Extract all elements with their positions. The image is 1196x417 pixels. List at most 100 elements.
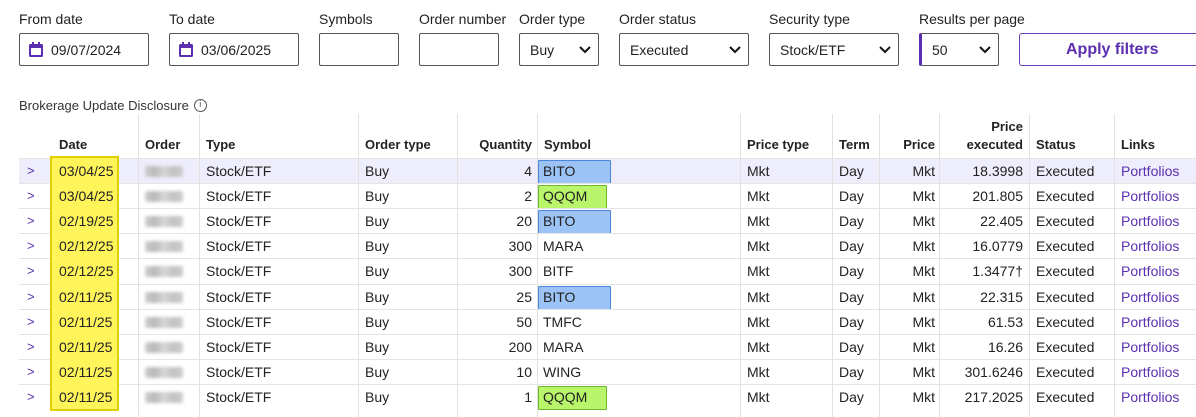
header-quantity[interactable]: Quantity — [460, 137, 532, 152]
cell-price-executed: 16.0779 — [972, 238, 1023, 254]
cell-price: Mkt — [912, 238, 935, 254]
expand-row-chevron-icon[interactable]: > — [27, 285, 35, 309]
cell-term: Day — [839, 364, 864, 380]
cell-date: 02/12/25 — [59, 238, 114, 254]
order-number-redacted — [145, 266, 183, 277]
order-status-value: Executed — [630, 41, 689, 58]
security-type-select[interactable]: Stock/ETF — [769, 33, 899, 66]
cell-type: Stock/ETF — [206, 163, 272, 179]
table-row[interactable]: > Stock/ETF Buy 300 MARA Mkt Day Mkt 16.0779 Exec… — [19, 233, 1196, 258]
expand-row-chevron-icon[interactable]: > — [27, 209, 35, 233]
from-date-field[interactable]: 09/07/2024 — [19, 33, 149, 66]
calendar-icon[interactable] — [26, 41, 46, 59]
expand-row-chevron-icon[interactable]: > — [27, 234, 35, 258]
symbols-input[interactable] — [319, 33, 399, 66]
portfolios-link[interactable]: Portfolios — [1121, 209, 1179, 233]
results-per-page-label: Results per page — [919, 11, 1025, 27]
cell-price-executed: 61.53 — [987, 314, 1023, 330]
expand-row-chevron-icon[interactable]: > — [27, 385, 35, 409]
order-number-redacted — [145, 292, 183, 303]
portfolios-link[interactable]: Portfolios — [1121, 184, 1179, 208]
expand-row-chevron-icon[interactable]: > — [27, 184, 35, 208]
expand-row-chevron-icon[interactable]: > — [27, 159, 35, 183]
cell-quantity: 25 — [516, 289, 532, 305]
order-number-redacted — [145, 342, 183, 353]
portfolios-link[interactable]: Portfolios — [1121, 385, 1179, 409]
cell-status: Executed — [1036, 188, 1095, 204]
disclosure-label: Brokerage Update Disclosure — [19, 98, 189, 113]
table-row[interactable]: > Stock/ETF Buy 25 BITO Mkt Day Mkt 22.315 Execut… — [19, 284, 1196, 310]
results-per-page-select[interactable]: 50 — [919, 33, 999, 66]
header-price[interactable]: Price — [880, 137, 935, 152]
portfolios-link[interactable]: Portfolios — [1121, 285, 1179, 309]
cell-price: Mkt — [912, 389, 935, 405]
cell-status: Executed — [1036, 389, 1095, 405]
header-term[interactable]: Term — [839, 137, 870, 152]
chevron-down-icon — [972, 45, 998, 54]
cell-symbol: BITO — [538, 209, 738, 234]
expand-row-chevron-icon[interactable]: > — [27, 259, 35, 283]
order-type-select[interactable]: Buy — [519, 33, 599, 66]
calendar-icon[interactable] — [176, 41, 196, 59]
cell-status: Executed — [1036, 289, 1095, 305]
cell-price-type: Mkt — [747, 314, 770, 330]
expand-row-chevron-icon[interactable]: > — [27, 360, 35, 384]
header-symbol[interactable]: Symbol — [544, 137, 591, 152]
cell-status: Executed — [1036, 263, 1095, 279]
cell-status: Executed — [1036, 364, 1095, 380]
header-order[interactable]: Order — [145, 137, 180, 152]
chevron-down-icon — [722, 45, 748, 54]
order-number-input[interactable] — [419, 33, 499, 66]
cell-term: Day — [839, 314, 864, 330]
header-type[interactable]: Type — [206, 137, 235, 152]
header-price-executed-line2[interactable]: executed — [940, 137, 1023, 152]
to-date-value: 03/06/2025 — [201, 41, 272, 58]
cell-date: 02/11/25 — [59, 289, 113, 305]
table-row[interactable]: > Stock/ETF Buy 300 BITF Mkt Day Mkt 1.3477† Exec… — [19, 258, 1196, 283]
cell-price: Mkt — [912, 213, 935, 229]
order-number-label: Order number — [419, 11, 507, 27]
order-status-label: Order status — [619, 11, 697, 27]
table-row[interactable]: > Stock/ETF Buy 2 QQQM Mkt Day Mkt 201.805 Execut… — [19, 183, 1196, 209]
header-status[interactable]: Status — [1036, 137, 1076, 152]
chevron-down-icon — [572, 45, 598, 54]
table-row[interactable]: > Stock/ETF Buy 10 WING Mkt Day Mkt 301.6246 Exec… — [19, 359, 1196, 384]
header-date[interactable]: Date — [59, 137, 87, 152]
cell-symbol: QQQM — [538, 385, 738, 410]
info-icon[interactable]: i — [193, 99, 207, 112]
from-date-label: From date — [19, 11, 83, 27]
portfolios-link[interactable]: Portfolios — [1121, 234, 1179, 258]
header-price-executed-line1[interactable]: Price — [940, 119, 1023, 134]
expand-row-chevron-icon[interactable]: > — [27, 310, 35, 334]
brokerage-disclosure-link[interactable]: Brokerage Update Disclosure i — [19, 98, 207, 113]
cell-type: Stock/ETF — [206, 238, 272, 254]
table-row[interactable]: > Stock/ETF Buy 50 TMFC Mkt Day Mkt 61.53 Execute… — [19, 309, 1196, 334]
cell-term: Day — [839, 339, 864, 355]
portfolios-link[interactable]: Portfolios — [1121, 310, 1179, 334]
cell-order-type: Buy — [365, 364, 390, 380]
header-order-type[interactable]: Order type — [365, 137, 431, 152]
apply-filters-button[interactable]: Apply filters — [1019, 33, 1196, 66]
table-row[interactable]: > Stock/ETF Buy 20 BITO Mkt Day Mkt 22.405 Execut… — [19, 208, 1196, 234]
portfolios-link[interactable]: Portfolios — [1121, 259, 1179, 283]
table-row[interactable]: > Stock/ETF Buy 200 MARA Mkt Day Mkt 16.26 Execut… — [19, 334, 1196, 359]
order-status-select[interactable]: Executed — [619, 33, 749, 66]
table-row[interactable]: > Stock/ETF Buy 4 BITO Mkt Day Mkt 18.3998 Execut… — [19, 158, 1196, 184]
table-row[interactable]: > Stock/ETF Buy 1 QQQM Mkt Day Mkt 217.2025 Execu… — [19, 384, 1196, 410]
symbol-text: BITO — [543, 163, 576, 179]
portfolios-link[interactable]: Portfolios — [1121, 159, 1179, 183]
portfolios-link[interactable]: Portfolios — [1121, 335, 1179, 359]
cell-symbol: MARA — [538, 335, 738, 359]
to-date-field[interactable]: 03/06/2025 — [169, 33, 299, 66]
expand-row-chevron-icon[interactable]: > — [27, 335, 35, 359]
cell-quantity: 4 — [524, 163, 532, 179]
symbol-text: QQQM — [543, 188, 588, 204]
cell-type: Stock/ETF — [206, 339, 272, 355]
cell-price-type: Mkt — [747, 364, 770, 380]
symbol-text: QQQM — [543, 389, 588, 405]
cell-price-type: Mkt — [747, 389, 770, 405]
cell-order-type: Buy — [365, 213, 390, 229]
portfolios-link[interactable]: Portfolios — [1121, 360, 1179, 384]
cell-type: Stock/ETF — [206, 289, 272, 305]
header-price-type[interactable]: Price type — [747, 137, 809, 152]
